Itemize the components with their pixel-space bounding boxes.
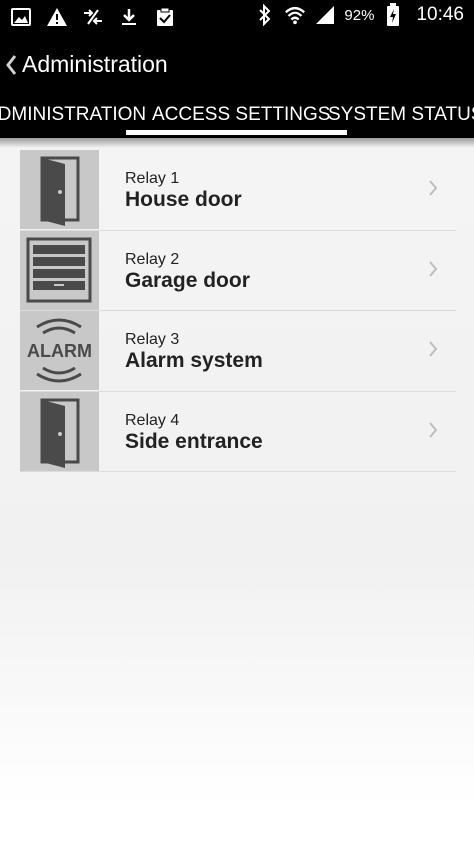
image-icon (10, 6, 32, 28)
relay-item-4[interactable]: Relay 4 Side entrance (20, 391, 456, 472)
app-bar: Administration (0, 34, 474, 98)
relay-name: Garage door (125, 268, 250, 292)
signal-icon (314, 4, 336, 26)
download-icon (118, 6, 140, 28)
battery-charging-icon (382, 3, 404, 26)
relay-number: Relay 1 (125, 170, 180, 187)
page-title[interactable]: Administration (22, 51, 168, 78)
tab-system-status[interactable]: SYSTEM STATUS (328, 104, 474, 126)
notification-icons (10, 6, 176, 28)
alert-icon (46, 6, 68, 28)
bluetooth-icon (254, 4, 276, 26)
main-content: Relay 1 House door Relay 2 Garage door A… (0, 138, 474, 842)
relay-item-1[interactable]: Relay 1 House door (20, 150, 456, 231)
alarm-icon-label: ALARM (27, 341, 92, 361)
relay-name: House door (125, 188, 242, 211)
door-icon (20, 150, 99, 229)
alarm-icon: ALARM (20, 311, 99, 390)
wifi-icon (284, 4, 306, 26)
chevron-right-icon (428, 340, 438, 358)
tab-bar-shadow (0, 138, 474, 148)
garage-door-icon (20, 230, 99, 310)
door-icon (20, 391, 99, 471)
relay-number: Relay 3 (125, 331, 180, 348)
relay-list: Relay 1 House door Relay 2 Garage door A… (20, 150, 456, 472)
relay-item-3[interactable]: ALARM Relay 3 Alarm system (20, 311, 456, 392)
relay-name: Side entrance (125, 429, 263, 453)
relay-number: Relay 2 (125, 250, 180, 268)
battery-percent: 92% (344, 6, 375, 24)
relay-name: Alarm system (125, 349, 263, 372)
system-icons: 92% 10:46 (254, 3, 464, 26)
data-transfer-icon (82, 6, 104, 28)
status-bar: 92% 10:46 (0, 0, 474, 34)
chevron-right-icon (428, 421, 438, 439)
relay-item-2[interactable]: Relay 2 Garage door (20, 230, 456, 311)
tab-access-settings[interactable]: ACCESS SETTINGS (152, 104, 330, 126)
relay-number: Relay 4 (125, 411, 180, 429)
chevron-left-icon[interactable] (4, 53, 18, 77)
chevron-right-icon (428, 179, 438, 197)
tab-selected-indicator (126, 130, 347, 135)
tab-administration[interactable]: ADMINISTRATION (0, 104, 146, 126)
chevron-right-icon (428, 260, 438, 278)
clipboard-check-icon (154, 6, 176, 28)
clock: 10:46 (416, 4, 464, 25)
